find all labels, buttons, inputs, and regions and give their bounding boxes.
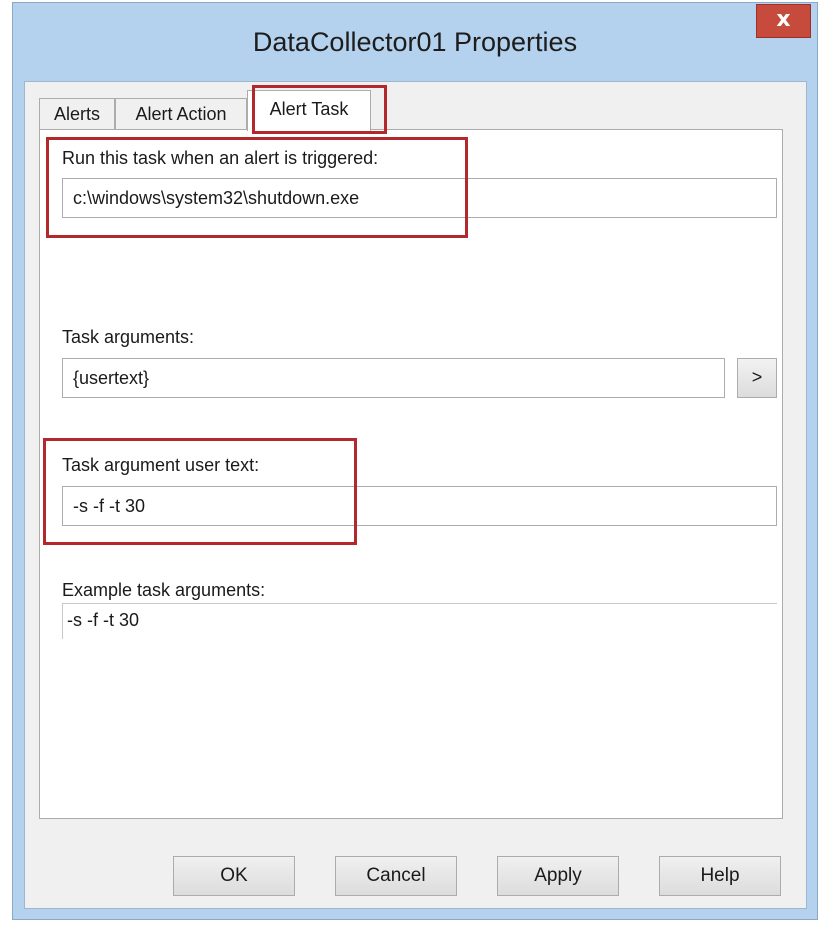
apply-button[interactable]: Apply [497, 856, 619, 896]
properties-dialog: DataCollector01 Properties x Alerts Aler… [12, 2, 818, 920]
close-icon: x [776, 7, 791, 32]
tab-label: Alert Action [135, 104, 227, 124]
title-bar[interactable]: DataCollector01 Properties x [13, 3, 817, 81]
user-text-input[interactable]: -s -f -t 30 [62, 486, 777, 526]
tab-alert-task[interactable]: Alert Task [247, 90, 371, 131]
tab-label: Alert Task [269, 99, 349, 119]
tab-alerts[interactable]: Alerts [39, 98, 115, 130]
example-arguments-label: Example task arguments: [62, 580, 266, 600]
window-title: DataCollector01 Properties [252, 27, 578, 57]
task-arguments-input[interactable]: {usertext} [62, 358, 725, 398]
close-button[interactable]: x [756, 4, 811, 38]
example-arguments-value: -s -f -t 30 [62, 603, 777, 639]
help-button[interactable]: Help [659, 856, 781, 896]
cancel-button[interactable]: Cancel [335, 856, 457, 896]
run-task-input[interactable]: c:\windows\system32\shutdown.exe [62, 178, 777, 218]
tab-alert-action[interactable]: Alert Action [115, 98, 247, 130]
alert-task-panel: Run this task when an alert is triggered… [39, 129, 783, 819]
dialog-client-area: Alerts Alert Action Alert Task Run this … [24, 81, 807, 909]
run-task-label: Run this task when an alert is triggered… [62, 148, 379, 168]
tab-label: Alerts [53, 104, 100, 124]
user-text-label: Task argument user text: [62, 455, 260, 475]
task-arguments-label: Task arguments: [62, 327, 195, 347]
ok-button[interactable]: OK [173, 856, 295, 896]
insert-argument-button[interactable]: > [737, 358, 777, 398]
